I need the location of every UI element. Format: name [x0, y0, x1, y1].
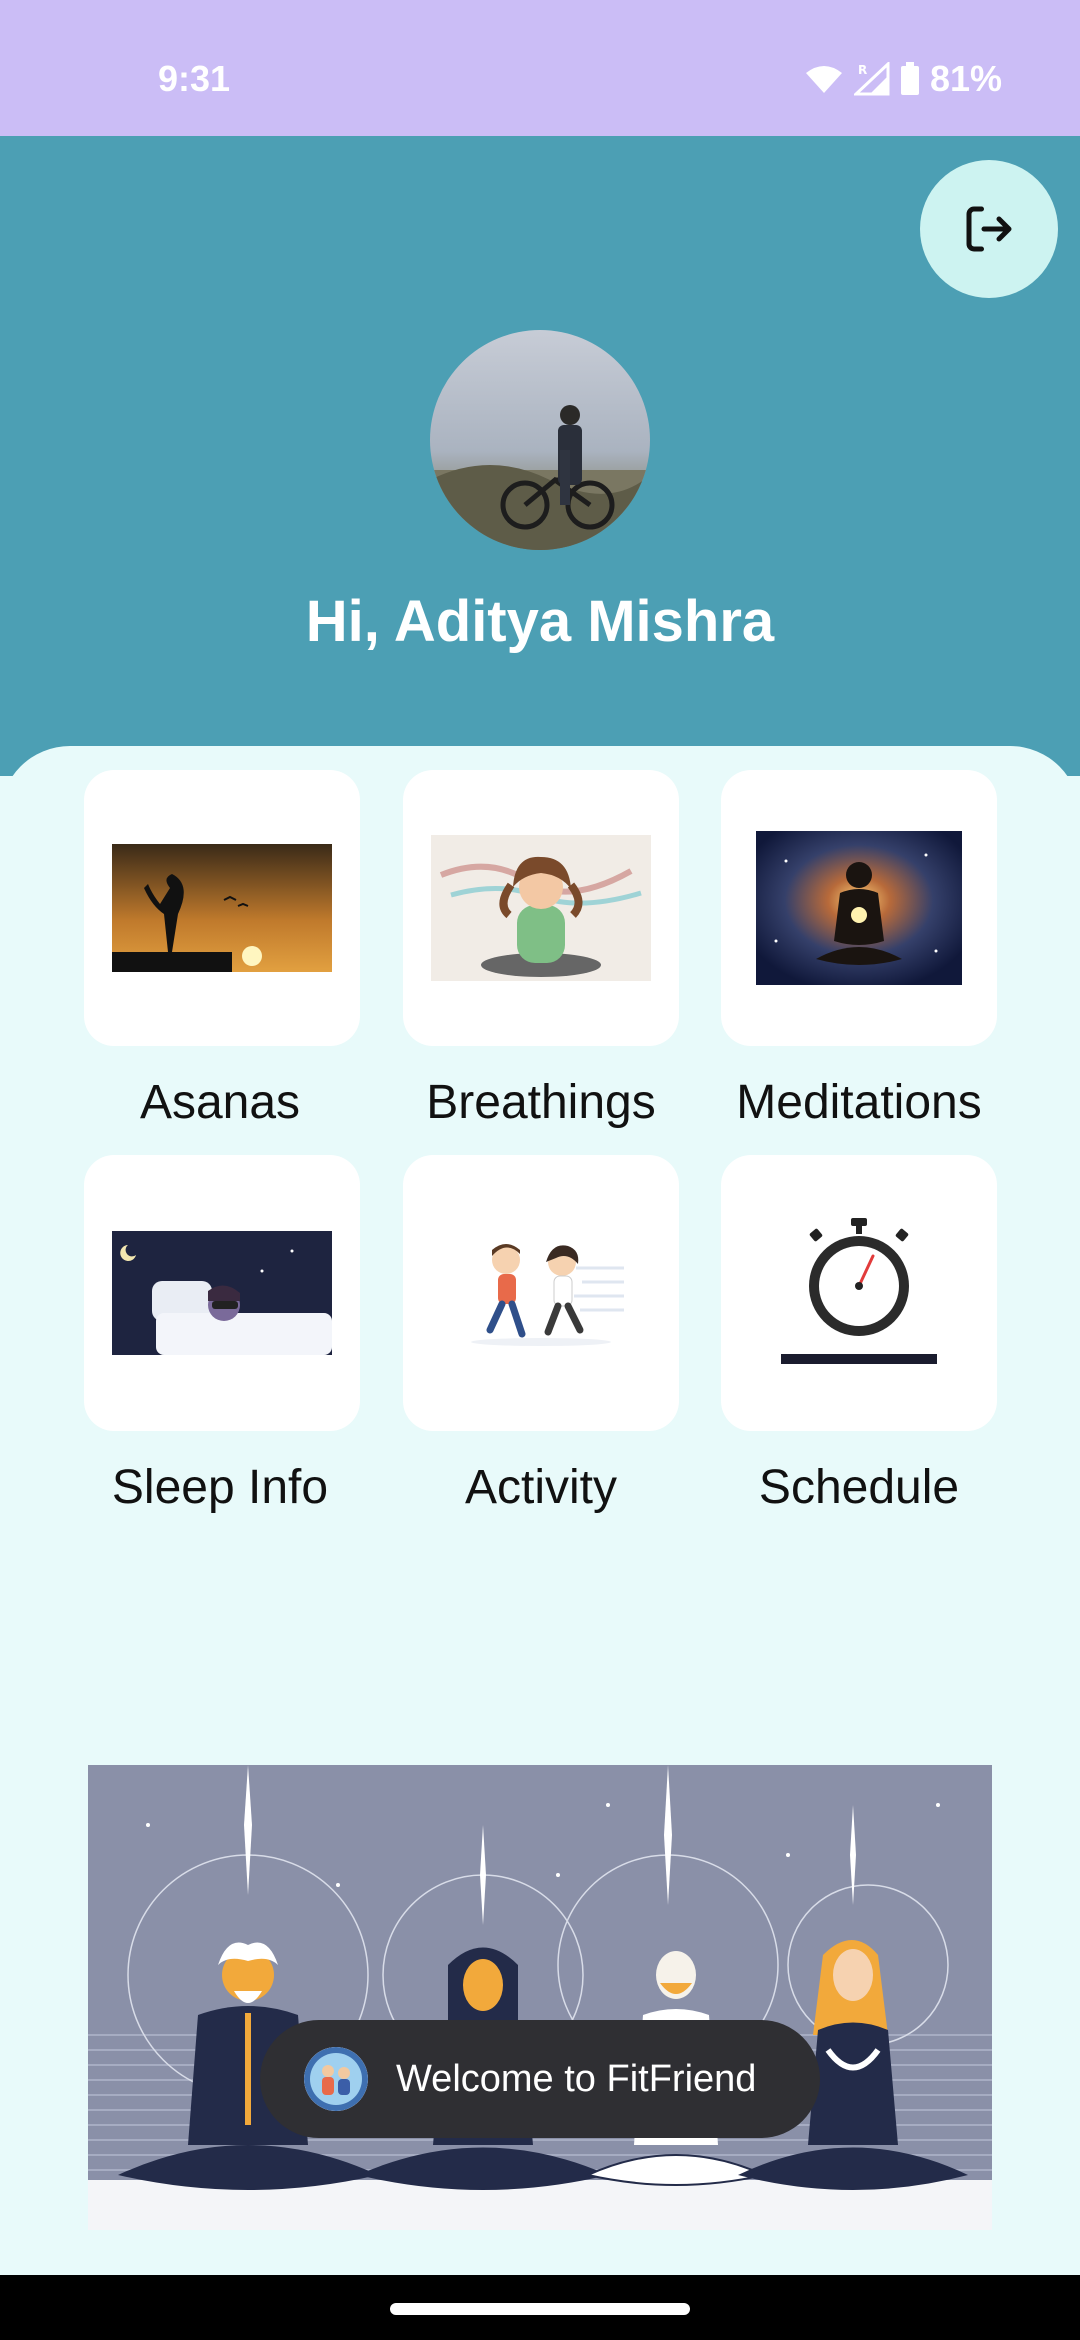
app-icon [304, 2047, 368, 2111]
logout-icon [966, 206, 1012, 252]
profile-avatar[interactable] [430, 330, 650, 550]
meditations-tile[interactable] [721, 770, 997, 1046]
meditation-banner [88, 1765, 992, 2230]
meditation-image [756, 831, 962, 985]
yoga-pose-image [112, 844, 332, 972]
breathings-tile[interactable] [403, 770, 679, 1046]
logout-button[interactable] [920, 160, 1058, 298]
activity-label: Activity [464, 1461, 617, 1514]
signal-icon: R [853, 62, 890, 96]
activity-tile[interactable] [403, 1155, 679, 1431]
svg-text:R: R [858, 63, 867, 77]
battery-icon [900, 62, 919, 95]
sleep-image [112, 1231, 332, 1355]
status-time: 9:31 [158, 58, 231, 99]
running-image [471, 1244, 624, 1346]
status-bar: 9:31 R 81% [0, 0, 1080, 136]
status-icons: R 81% [804, 58, 1002, 100]
asanas-label: Asanas [139, 1076, 301, 1129]
wifi-icon [805, 66, 842, 93]
breathings-label: Breathings [426, 1076, 656, 1129]
sleep-info-label: Sleep Info [111, 1461, 329, 1514]
schedule-tile[interactable] [721, 1155, 997, 1431]
battery-percent: 81% [929, 58, 1002, 99]
group-meditation-illustration [88, 1765, 992, 2230]
breathing-image [431, 835, 651, 981]
sleep-info-tile[interactable] [84, 1155, 360, 1431]
schedule-label: Schedule [758, 1461, 960, 1514]
welcome-toast: Welcome to FitFriend [260, 2020, 820, 2138]
profile-photo [430, 405, 650, 550]
greeting-text: Hi, Aditya Mishra [305, 589, 775, 654]
stopwatch-image [781, 1218, 937, 1364]
toast-text: Welcome to FitFriend [396, 2057, 757, 2100]
home-gesture-handle[interactable] [390, 2303, 690, 2315]
asanas-tile[interactable] [84, 770, 360, 1046]
meditations-label: Meditations [736, 1076, 982, 1129]
